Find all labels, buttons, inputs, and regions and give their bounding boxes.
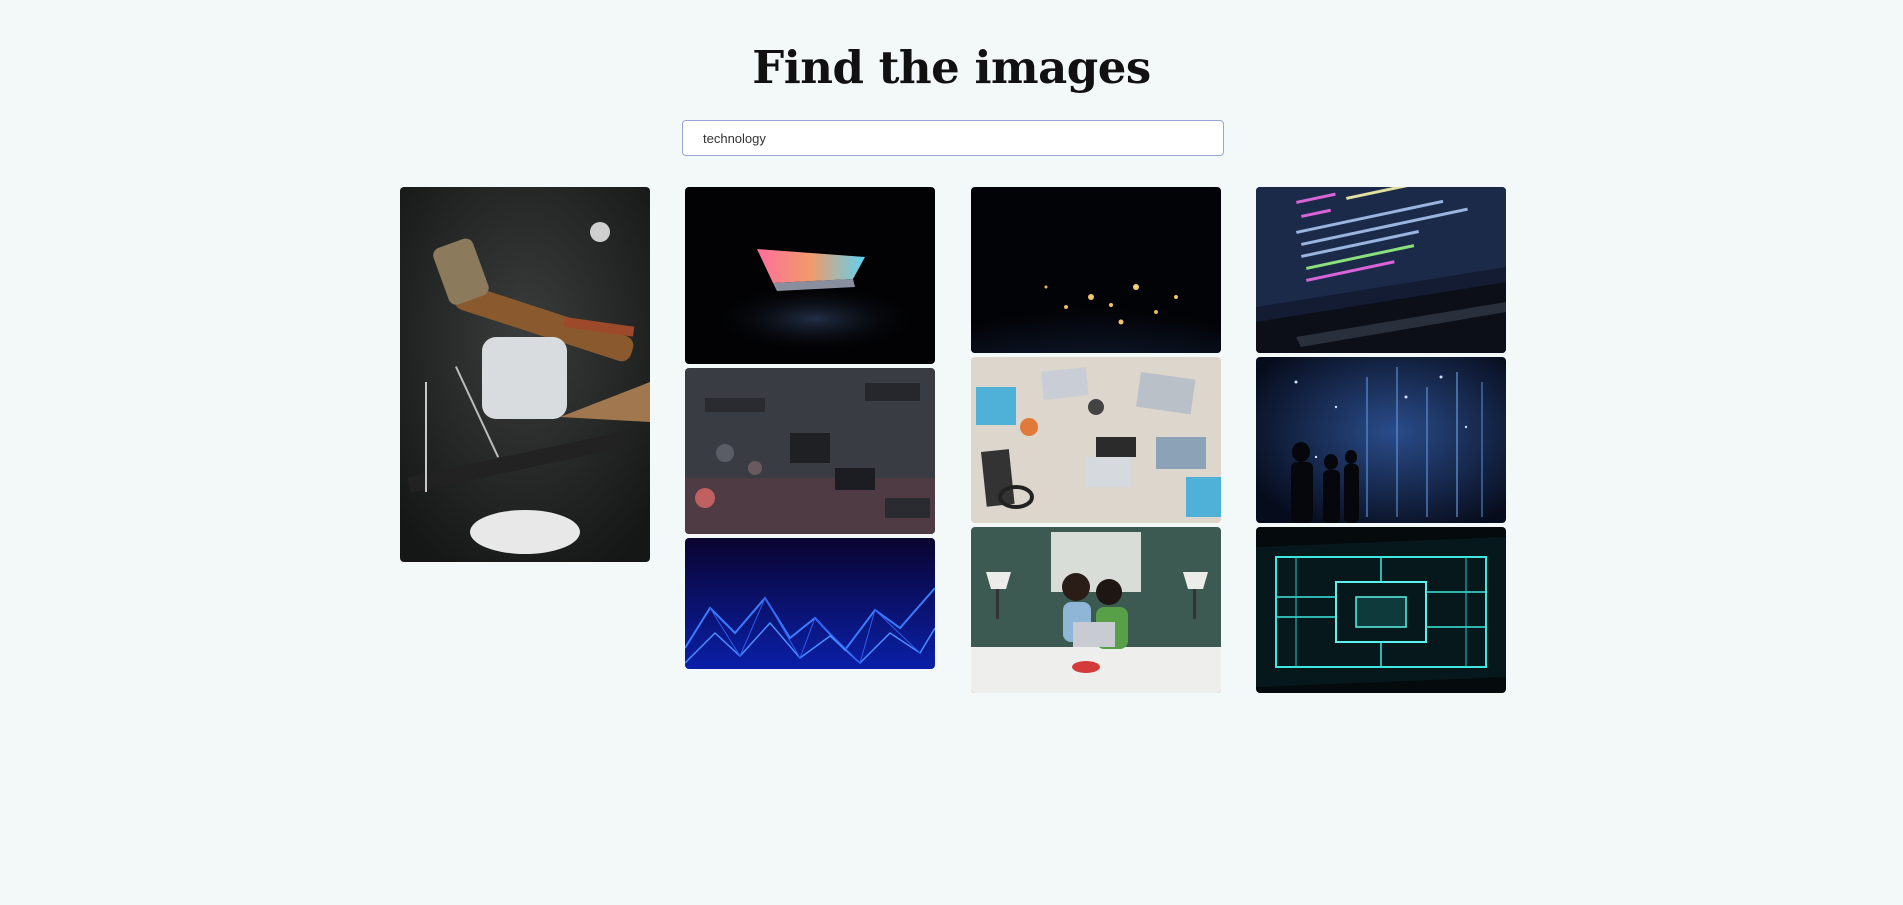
earth-night-image xyxy=(971,187,1221,353)
page-title: Find the images xyxy=(752,41,1151,94)
laptop-glow-image xyxy=(685,187,935,364)
image-tile[interactable] xyxy=(971,187,1221,353)
search-container xyxy=(682,120,1224,156)
image-tile[interactable] xyxy=(971,357,1221,523)
circuit-board-image xyxy=(685,368,935,534)
image-tile[interactable] xyxy=(685,187,935,364)
image-column-3 xyxy=(971,187,1221,697)
image-column-4 xyxy=(1256,187,1506,697)
digital-rain-image xyxy=(1256,357,1506,523)
image-column-1 xyxy=(400,187,650,566)
couple-laptop-image xyxy=(971,527,1221,693)
image-tile[interactable] xyxy=(685,368,935,534)
image-column-2 xyxy=(685,187,935,673)
image-tile[interactable] xyxy=(971,527,1221,693)
tools-image xyxy=(400,187,650,562)
page: Find the images xyxy=(0,0,1903,905)
search-input[interactable] xyxy=(682,120,1224,156)
image-tile[interactable] xyxy=(1256,527,1506,693)
image-tile[interactable] xyxy=(1256,357,1506,523)
neon-circuit-image xyxy=(1256,527,1506,693)
code-screen-image xyxy=(1256,187,1506,353)
image-tile[interactable] xyxy=(400,187,650,562)
blue-mesh-image xyxy=(685,538,935,669)
image-tile[interactable] xyxy=(1256,187,1506,353)
image-tile[interactable] xyxy=(685,538,935,669)
team-desk-image xyxy=(971,357,1221,523)
